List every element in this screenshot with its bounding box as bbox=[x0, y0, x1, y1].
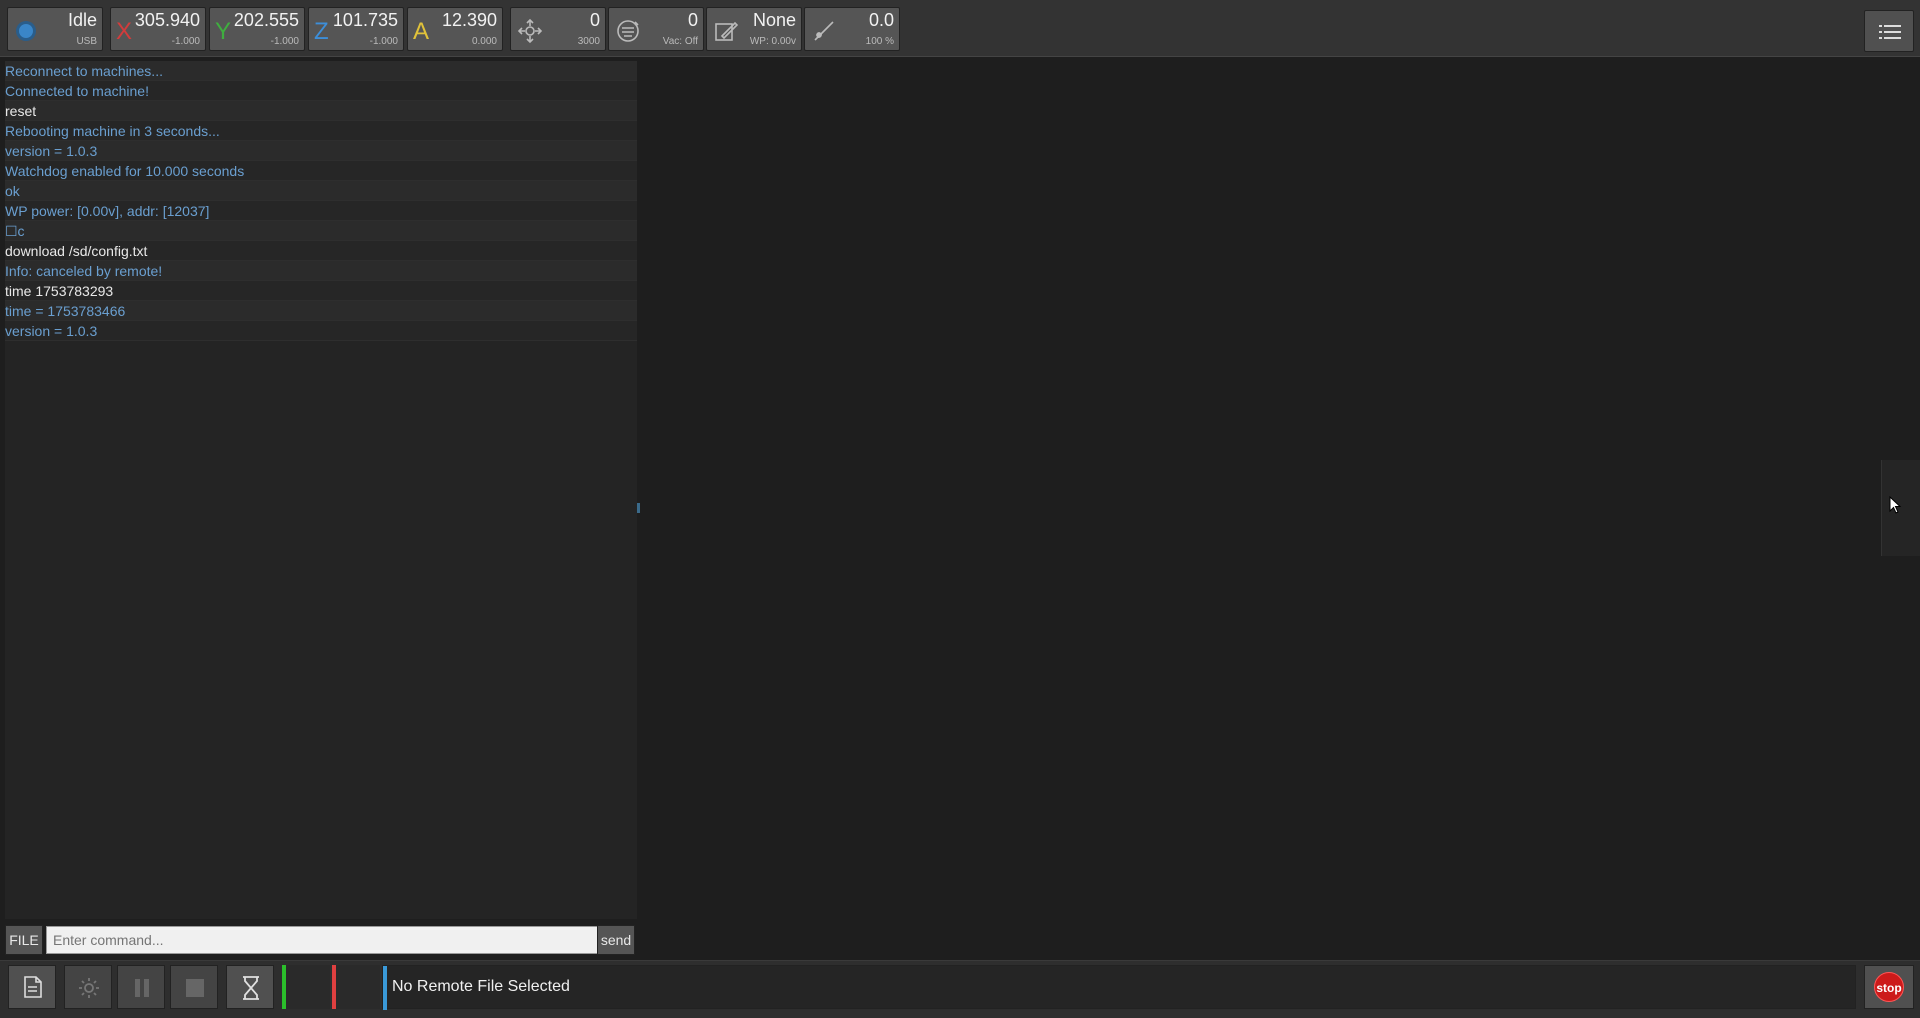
console-line: Rebooting machine in 3 seconds... bbox=[5, 121, 637, 141]
axis-x-value: 305.940 bbox=[134, 10, 200, 30]
menu-button[interactable] bbox=[1864, 10, 1914, 52]
machine-state: Idle bbox=[67, 10, 97, 30]
axis-a-sub: 0.000 bbox=[471, 36, 497, 47]
console-line: WP power: [0.00v], addr: [12037] bbox=[5, 201, 637, 221]
command-row: FILE send bbox=[5, 925, 635, 955]
console-line: version = 1.0.3 bbox=[5, 141, 637, 161]
axis-x-label: X bbox=[116, 18, 133, 45]
laser-display[interactable]: 0.0 100 % bbox=[804, 7, 900, 51]
axis-y-display[interactable]: Y 202.555 -1.000 bbox=[209, 7, 305, 51]
send-button[interactable]: send bbox=[597, 925, 635, 955]
file-icon bbox=[24, 976, 42, 998]
tool-value: None bbox=[752, 10, 796, 30]
job-settings-button[interactable] bbox=[64, 965, 112, 1009]
move-icon bbox=[517, 18, 543, 44]
axis-z-label: Z bbox=[314, 18, 329, 45]
status-led-red bbox=[332, 965, 380, 1009]
console-log[interactable]: Reconnect to machines... Connected to mac… bbox=[5, 61, 637, 919]
emergency-stop-button[interactable]: stop bbox=[1874, 972, 1904, 1002]
console-line: Connected to machine! bbox=[5, 81, 637, 101]
laser-value: 0.0 bbox=[868, 10, 894, 30]
file-status-indicator bbox=[383, 966, 387, 1010]
menu-icon bbox=[1879, 25, 1901, 39]
tool-sub: WP: 0.00v bbox=[749, 36, 796, 47]
hourglass-icon bbox=[243, 976, 259, 1000]
console-line: Reconnect to machines... bbox=[5, 61, 637, 81]
feed-rate-value: 0 bbox=[589, 10, 600, 30]
axis-z-display[interactable]: Z 101.735 -1.000 bbox=[308, 7, 404, 51]
axis-a-value: 12.390 bbox=[441, 10, 497, 30]
spindle-value: 0 bbox=[687, 10, 698, 30]
console-line: version = 1.0.3 bbox=[5, 321, 637, 341]
timer-button[interactable] bbox=[226, 965, 274, 1009]
console-line: reset bbox=[5, 101, 637, 121]
feed-rate-sub: 3000 bbox=[577, 36, 600, 47]
console-line: Watchdog enabled for 10.000 seconds bbox=[5, 161, 637, 181]
laser-icon bbox=[814, 21, 834, 41]
bottom-toolbar: No Remote File Selected stop bbox=[0, 960, 1920, 1018]
axis-z-sub: -1.000 bbox=[369, 36, 398, 47]
remote-file-status: No Remote File Selected bbox=[382, 965, 1856, 1010]
axis-y-sub: -1.000 bbox=[270, 36, 299, 47]
axis-x-display[interactable]: X 305.940 -1.000 bbox=[110, 7, 206, 51]
console-line: Info: canceled by remote! bbox=[5, 261, 637, 281]
tool-icon bbox=[715, 21, 739, 41]
file-button[interactable]: FILE bbox=[5, 925, 43, 955]
axis-a-label: A bbox=[413, 18, 430, 45]
feed-rate-display[interactable]: 0 3000 bbox=[510, 7, 606, 51]
console-line: time = 1753783466 bbox=[5, 301, 637, 321]
gear-icon bbox=[79, 978, 99, 998]
spindle-icon bbox=[617, 20, 639, 42]
pause-button[interactable] bbox=[117, 965, 165, 1009]
axis-a-display[interactable]: A 12.390 0.000 bbox=[407, 7, 503, 51]
machine-status-button[interactable]: Idle USB bbox=[7, 7, 103, 51]
stop-square-icon bbox=[186, 979, 204, 997]
console-line: download /sd/config.txt bbox=[5, 241, 637, 261]
connection-type: USB bbox=[76, 36, 97, 47]
axis-z-value: 101.735 bbox=[332, 10, 398, 30]
laser-sub: 100 % bbox=[865, 36, 894, 47]
remote-file-label: No Remote File Selected bbox=[392, 978, 570, 995]
tool-display[interactable]: None WP: 0.00v bbox=[706, 7, 802, 51]
side-panel-toggle[interactable] bbox=[1881, 460, 1920, 556]
console-line: ok bbox=[5, 181, 637, 201]
console-line: time 1753783293 bbox=[5, 281, 637, 301]
file-list-button[interactable] bbox=[8, 965, 56, 1009]
connection-indicator-icon bbox=[16, 21, 36, 41]
top-status-bar: Idle USB X 305.940 -1.000 Y 202.555 -1.0… bbox=[0, 0, 1920, 57]
axis-y-label: Y bbox=[215, 18, 232, 45]
emergency-stop-container: stop bbox=[1864, 965, 1914, 1009]
axis-x-sub: -1.000 bbox=[171, 36, 200, 47]
command-input[interactable] bbox=[46, 926, 598, 954]
spindle-display[interactable]: 0 Vac: Off bbox=[608, 7, 704, 51]
axis-y-value: 202.555 bbox=[233, 10, 299, 30]
pause-icon bbox=[135, 979, 149, 997]
console-line: ☐c bbox=[5, 221, 637, 241]
cursor-icon bbox=[1889, 496, 1902, 514]
spindle-sub: Vac: Off bbox=[662, 36, 698, 47]
stop-job-button[interactable] bbox=[170, 965, 218, 1009]
panel-splitter[interactable] bbox=[637, 503, 640, 513]
status-led-green bbox=[282, 965, 330, 1009]
